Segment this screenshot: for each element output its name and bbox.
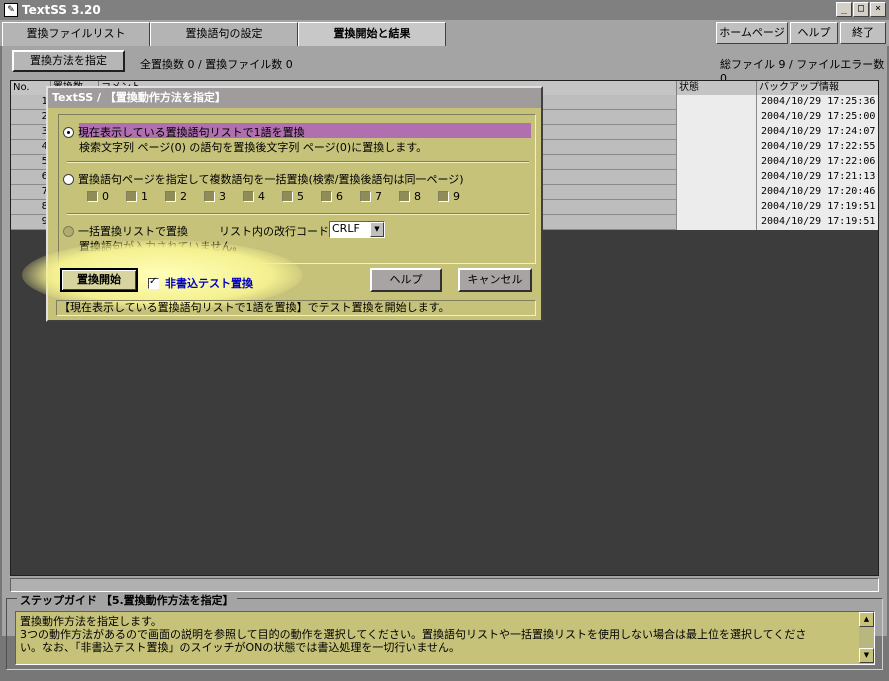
app-icon: ✎ (4, 3, 18, 17)
dialog-help-button[interactable]: ヘルプ (370, 268, 442, 292)
minimize-button[interactable]: _ (836, 2, 852, 17)
radio-checked-icon (63, 126, 74, 138)
row-no: 8 (11, 200, 51, 215)
radio-icon (63, 173, 74, 185)
option3-label: 一括置換リストで置換 (78, 225, 188, 238)
guide-scrollbar[interactable]: ▲ ▼ (859, 612, 874, 664)
col-status[interactable]: 状態 (677, 81, 757, 95)
page-checkbox-3[interactable]: 3 (204, 190, 243, 203)
page-checkbox-9[interactable]: 9 (438, 190, 477, 203)
row-backup: 2004/10/29 17:25:00 (757, 110, 878, 125)
page-checkbox-2[interactable]: 2 (165, 190, 204, 203)
option2-radio[interactable]: 置換語句ページを指定して複数語句を一括置換(検索/置換後語句は同一ページ) (63, 171, 464, 187)
row-backup: 2004/10/29 17:21:13 (757, 170, 878, 185)
test-replace-checkbox[interactable]: 非書込テスト置換 (148, 275, 253, 291)
row-status (677, 170, 757, 185)
horizontal-scrollbar[interactable] (10, 578, 879, 592)
homepage-button[interactable]: ホームページ (716, 22, 788, 44)
exit-button[interactable]: 終了 (840, 22, 886, 44)
option1-radio[interactable]: 現在表示している置換語句リストで1語を置換 (63, 124, 305, 140)
row-no: 2 (11, 110, 51, 125)
row-status (677, 215, 757, 230)
total-replacements: 全置換数 0 / 置換ファイル数 0 (140, 58, 293, 71)
start-replace-button[interactable]: 置換開始 (60, 268, 138, 292)
page-checkboxes: 0 1 2 3 4 5 6 7 8 9 (87, 190, 477, 203)
page-checkbox-7[interactable]: 7 (360, 190, 399, 203)
page-checkbox-8[interactable]: 8 (399, 190, 438, 203)
separator (67, 213, 529, 215)
option1-desc: 検索文字列 ページ(0) の語句を置換後文字列 ページ(0)に置換します。 (79, 141, 428, 154)
test-replace-label: 非書込テスト置換 (165, 277, 253, 290)
separator (67, 161, 529, 163)
help-button[interactable]: ヘルプ (790, 22, 838, 44)
dialog-status: 【現在表示している置換語句リストで1語を置換】でテスト置換を開始します。 (56, 300, 536, 316)
row-no: 3 (11, 125, 51, 140)
tab-row: 置換ファイルリスト 置換語句の設定 置換開始と結果 ホームページ ヘルプ 終了 (0, 20, 889, 48)
guide-text-box[interactable]: 置換動作方法を指定します。 3つの動作方法があるので画面の説明を参照して目的の動… (15, 611, 875, 665)
tab-replace-results[interactable]: 置換開始と結果 (298, 22, 446, 48)
dialog-cancel-button[interactable]: キャンセル (458, 268, 532, 292)
row-backup: 2004/10/29 17:19:51 (757, 200, 878, 215)
page-checkbox-1[interactable]: 1 (126, 190, 165, 203)
row-status (677, 185, 757, 200)
page-checkbox-5[interactable]: 5 (282, 190, 321, 203)
dialog-title: TextSS / 【置換動作方法を指定】 (48, 88, 541, 108)
row-status (677, 200, 757, 215)
tab-file-list[interactable]: 置換ファイルリスト (2, 22, 150, 46)
row-no: 6 (11, 170, 51, 185)
row-backup: 2004/10/29 17:19:51 (757, 215, 878, 230)
method-dialog: TextSS / 【置換動作方法を指定】 現在表示している置換語句リストで1語を… (22, 86, 543, 322)
checkbox-checked-icon (148, 276, 159, 289)
row-no: 7 (11, 185, 51, 200)
page-checkbox-6[interactable]: 6 (321, 190, 360, 203)
dropdown-arrow-icon[interactable]: ▼ (370, 222, 384, 237)
row-no: 4 (11, 140, 51, 155)
row-status (677, 110, 757, 125)
row-backup: 2004/10/29 17:24:07 (757, 125, 878, 140)
specify-method-button[interactable]: 置換方法を指定 (12, 50, 125, 72)
window-title: TextSS 3.20 (22, 3, 101, 17)
newline-value: CRLF (332, 222, 360, 235)
close-button[interactable]: × (870, 2, 886, 17)
step-guide: ステップガイド 【5.置換動作方法を指定】 置換動作方法を指定します。 3つの動… (6, 592, 883, 670)
radio-disabled-icon (63, 225, 74, 237)
scroll-up-icon[interactable]: ▲ (859, 612, 874, 627)
col-backup[interactable]: バックアップ情報 (757, 81, 878, 95)
row-backup: 2004/10/29 17:25:36 (757, 95, 878, 110)
scroll-down-icon[interactable]: ▼ (859, 648, 874, 663)
option1-label: 現在表示している置換語句リストで1語を置換 (78, 126, 305, 139)
row-status (677, 140, 757, 155)
row-no: 5 (11, 155, 51, 170)
title-bar: ✎ TextSS 3.20 _ □ × (0, 0, 889, 20)
row-backup: 2004/10/29 17:20:46 (757, 185, 878, 200)
row-status (677, 95, 757, 110)
row-no: 9 (11, 215, 51, 230)
row-status (677, 155, 757, 170)
newline-label: リスト内の改行コード (219, 225, 329, 238)
row-no: 1 (11, 95, 51, 110)
col-no[interactable]: No. (11, 81, 51, 95)
option2-label: 置換語句ページを指定して複数語句を一括置換(検索/置換後語句は同一ページ) (78, 173, 464, 186)
page-checkbox-4[interactable]: 4 (243, 190, 282, 203)
newline-select[interactable]: CRLF ▼ (329, 221, 385, 238)
option3-radio[interactable]: 一括置換リストで置換 (63, 223, 188, 239)
tab-term-settings[interactable]: 置換語句の設定 (150, 22, 298, 46)
guide-title: ステップガイド 【5.置換動作方法を指定】 (17, 592, 237, 608)
row-status (677, 125, 757, 140)
maximize-button[interactable]: □ (853, 2, 869, 17)
row-backup: 2004/10/29 17:22:55 (757, 140, 878, 155)
row-backup: 2004/10/29 17:22:06 (757, 155, 878, 170)
page-checkbox-0[interactable]: 0 (87, 190, 126, 203)
guide-line: い。なお、「非書込テスト置換」のスイッチがONの状態では書込処理を一切行いません… (20, 641, 461, 654)
